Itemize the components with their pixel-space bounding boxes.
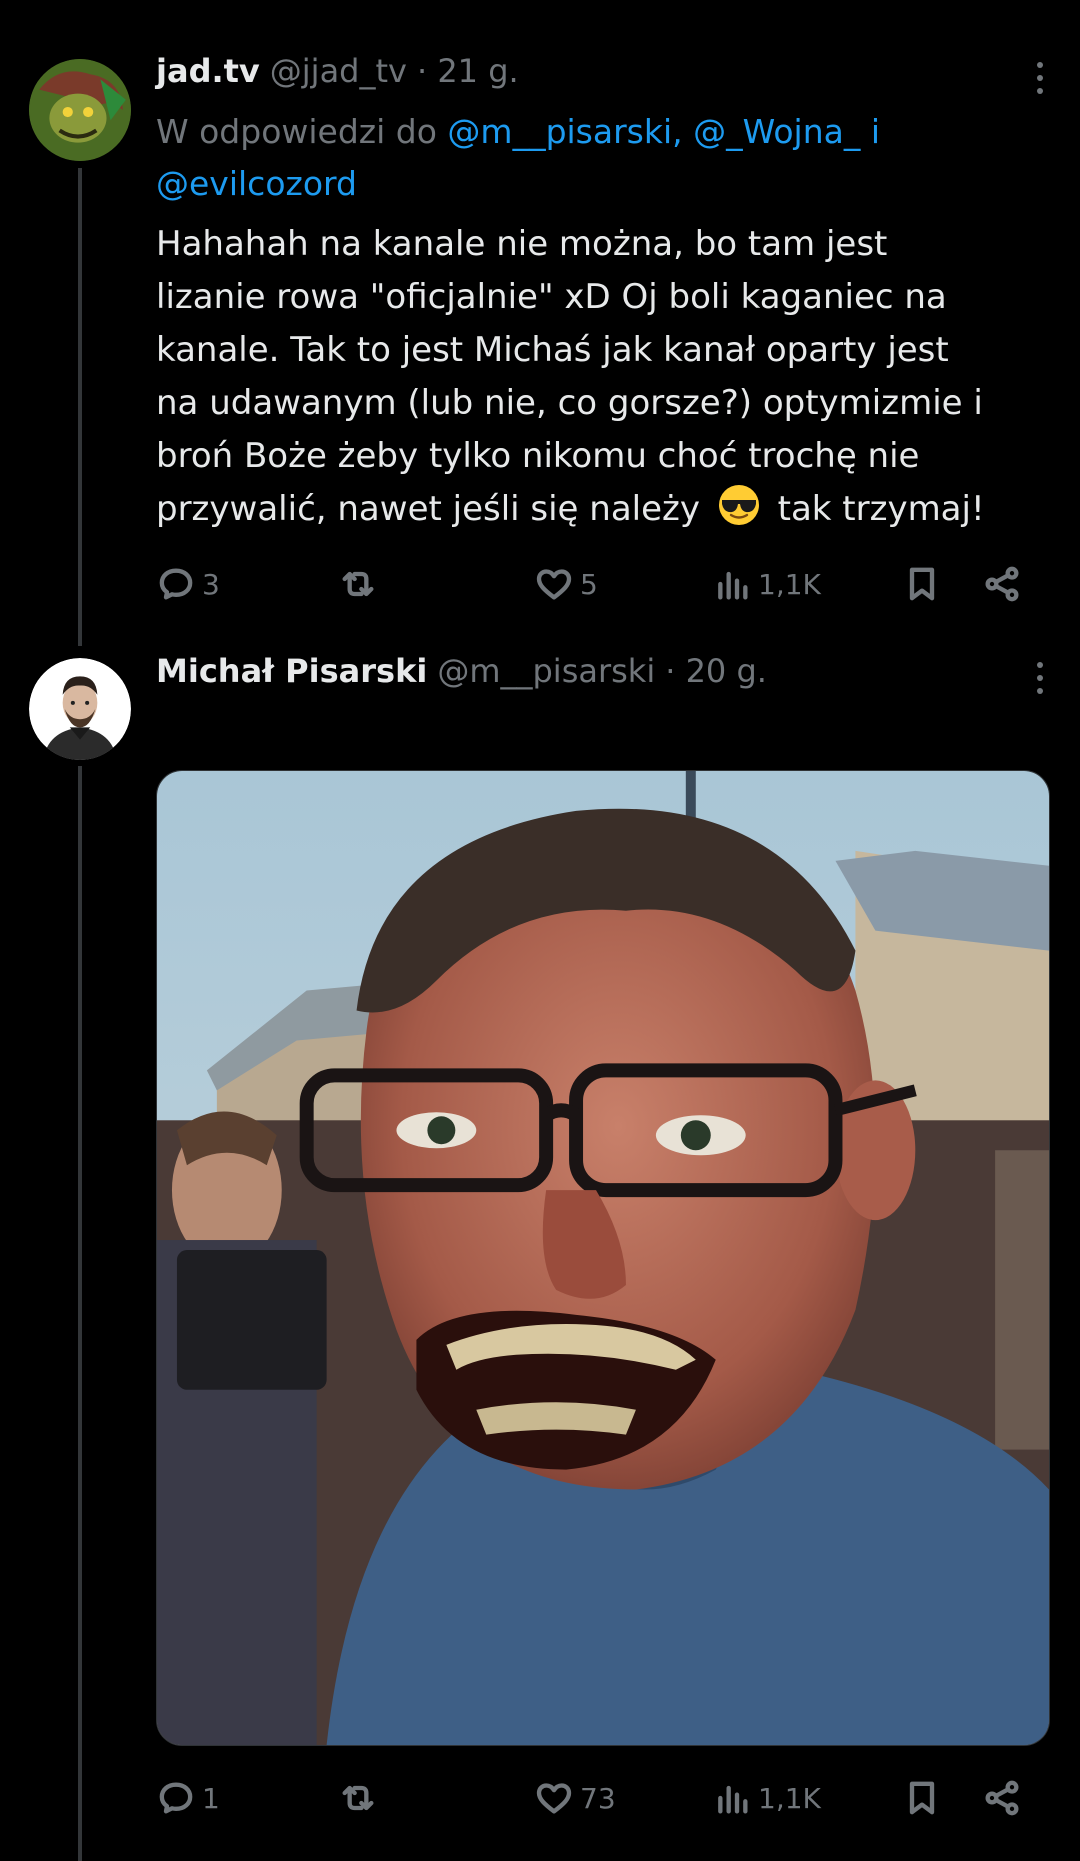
tweet-text-line: na udawanym (lub nie, co gorsze?) optymi… <box>156 383 983 423</box>
bookmark-button[interactable] <box>902 554 942 614</box>
tweet-text-line: przywalić, nawet jeśli się należy tak tr… <box>156 483 1036 536</box>
views-button[interactable]: 1,1K <box>712 554 821 614</box>
tweet-actions-2: 1 73 1,1K <box>156 1768 1036 1828</box>
mention-link[interactable]: @evilcozord <box>156 164 357 203</box>
reply-button[interactable]: 3 <box>156 554 220 614</box>
reply-icon <box>159 1782 193 1814</box>
mention-connector: i <box>870 112 881 151</box>
views-count: 1,1K <box>758 567 821 601</box>
share-button[interactable] <box>982 554 1022 614</box>
tweet-time[interactable]: · 20 g. <box>665 652 767 690</box>
reply-to-line: W odpowiedzi do @m__pisarski, @_Wojna_ i… <box>156 106 1036 210</box>
reply-button[interactable]: 1 <box>156 1768 220 1828</box>
reply-count: 3 <box>202 567 220 601</box>
share-icon <box>985 566 1019 602</box>
heart-icon <box>536 569 572 600</box>
author-handle[interactable]: @jjad_tv <box>270 52 407 90</box>
like-count: 5 <box>580 567 598 601</box>
tweet-text-line: lizanie rowa "oficjalnie" xD Oj boli kag… <box>156 277 947 317</box>
more-options-icon[interactable] <box>1030 658 1050 698</box>
tweet-header-1: jad.tv @jjad_tv · 21 g. <box>156 52 519 90</box>
views-icon <box>718 1785 748 1814</box>
like-count: 73 <box>580 1781 616 1815</box>
like-button[interactable]: 73 <box>534 1768 616 1828</box>
repost-button[interactable] <box>338 1768 384 1828</box>
avatar-michal-pisarski[interactable] <box>29 658 131 760</box>
author-handle[interactable]: @m__pisarski <box>437 652 655 690</box>
tweet-text-part: przywalić, nawet jeśli się należy <box>156 489 700 529</box>
bookmark-button[interactable] <box>902 1768 942 1828</box>
repost-button[interactable] <box>338 554 384 614</box>
tweet-text-line: kanale. Tak to jest Michaś jak kanał opa… <box>156 330 949 370</box>
bookmark-icon <box>909 567 935 601</box>
thread-line-1 <box>78 168 82 646</box>
tweet-text-line: Hahahah na kanale nie można, bo tam jest <box>156 224 888 264</box>
like-button[interactable]: 5 <box>534 554 598 614</box>
tweet-text-part: tak trzymaj! <box>777 489 985 529</box>
tweet-image[interactable] <box>156 770 1050 1746</box>
views-icon <box>718 571 748 600</box>
views-count: 1,1K <box>758 1781 821 1815</box>
author-name[interactable]: Michał Pisarski <box>156 652 427 690</box>
reply-icon <box>159 568 193 600</box>
tweet-time[interactable]: · 21 g. <box>417 52 519 90</box>
tweet-header-2: Michał Pisarski @m__pisarski · 20 g. <box>156 652 767 690</box>
bookmark-icon <box>909 1781 935 1815</box>
share-icon <box>985 1780 1019 1816</box>
reply-count: 1 <box>202 1781 220 1815</box>
mention-link[interactable]: @_Wojna_ <box>693 112 860 151</box>
views-button[interactable]: 1,1K <box>712 1768 821 1828</box>
reply-prefix: W odpowiedzi do <box>156 112 437 151</box>
repost-icon <box>342 1785 374 1811</box>
tweet-text: Hahahah na kanale nie można, bo tam jest… <box>156 218 1036 536</box>
tweet-text-line: broń Boże żeby tylko nikomu choć trochę … <box>156 436 920 476</box>
author-name[interactable]: jad.tv <box>156 52 260 90</box>
heart-icon <box>536 1783 572 1814</box>
thread-line-2 <box>78 766 82 1861</box>
sunglasses-emoji-icon <box>718 485 759 525</box>
tweet-actions-1: 3 5 1,1K <box>156 554 1036 614</box>
more-options-icon[interactable] <box>1030 58 1050 98</box>
share-button[interactable] <box>982 1768 1022 1828</box>
mention-link[interactable]: @m__pisarski, <box>447 112 682 151</box>
repost-icon <box>342 571 374 597</box>
avatar-jadtv[interactable] <box>29 59 131 161</box>
